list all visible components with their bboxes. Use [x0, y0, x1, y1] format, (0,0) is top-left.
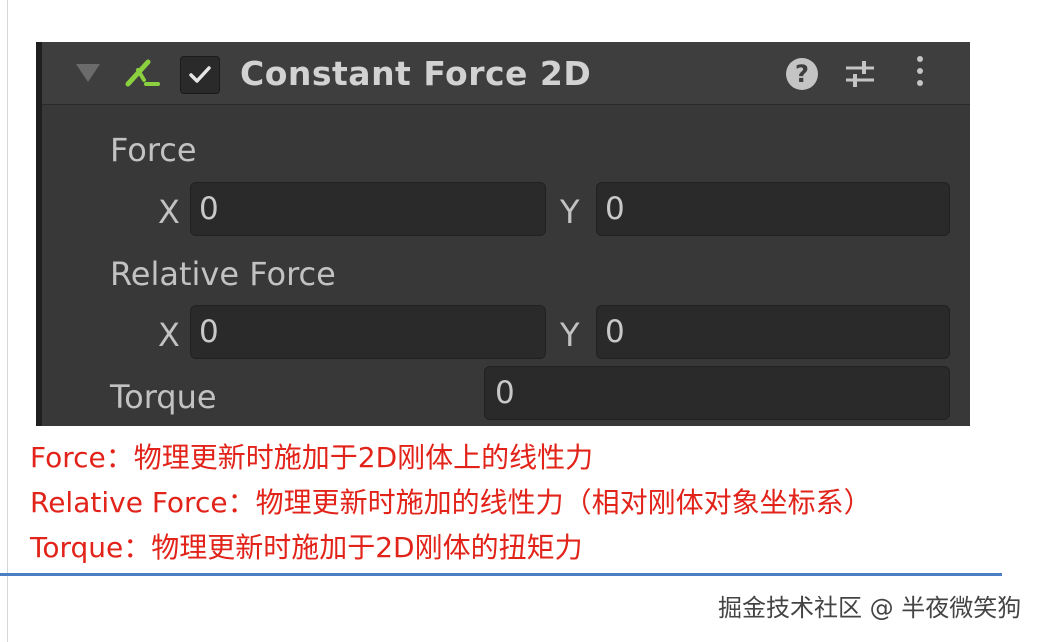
divider-line	[0, 573, 1002, 576]
force-y-field[interactable]: 0	[596, 182, 950, 236]
relative-force-x-label[interactable]: X	[158, 315, 180, 355]
force-x-field[interactable]: 0	[190, 182, 546, 236]
checkmark-icon	[189, 66, 211, 83]
screenshot-page: Constant Force 2D ? Force X 0 Y 0 Relati…	[0, 0, 1048, 642]
annotation-notes: Force：物理更新时施加于2D刚体上的线性力 Relative Force：物…	[30, 438, 872, 573]
relative-force-y-field[interactable]: 0	[596, 305, 950, 359]
annotation-torque: Torque：物理更新时施加于2D刚体的扭矩力	[30, 531, 583, 564]
constant-force-2d-icon	[124, 58, 162, 88]
force-y-label[interactable]: Y	[560, 192, 580, 232]
component-enabled-checkbox[interactable]	[180, 56, 220, 94]
relative-force-y-label[interactable]: Y	[560, 315, 580, 355]
vertical-dots-menu-icon[interactable]	[912, 56, 928, 92]
torque-label: Torque	[110, 378, 217, 416]
preset-sliders-icon[interactable]	[842, 56, 878, 92]
relative-force-label: Relative Force	[110, 255, 336, 293]
inspector-component-panel: Constant Force 2D ? Force X 0 Y 0 Relati…	[36, 42, 970, 426]
annotation-relative-force: Relative Force：物理更新时施加的线性力（相对刚体对象坐标系）	[30, 486, 872, 519]
torque-field[interactable]: 0	[484, 366, 950, 420]
force-label: Force	[110, 131, 197, 169]
help-icon[interactable]: ?	[786, 58, 818, 90]
watermark: 掘金技术社区 @ 半夜微笑狗	[718, 594, 1022, 622]
component-title: Constant Force 2D	[240, 54, 592, 93]
left-border-line	[7, 0, 8, 642]
force-x-label[interactable]: X	[158, 192, 180, 232]
annotation-force: Force：物理更新时施加于2D刚体上的线性力	[30, 441, 594, 474]
relative-force-x-field[interactable]: 0	[190, 305, 546, 359]
component-header[interactable]: Constant Force 2D ?	[42, 42, 970, 105]
foldout-triangle-icon[interactable]	[76, 64, 100, 82]
